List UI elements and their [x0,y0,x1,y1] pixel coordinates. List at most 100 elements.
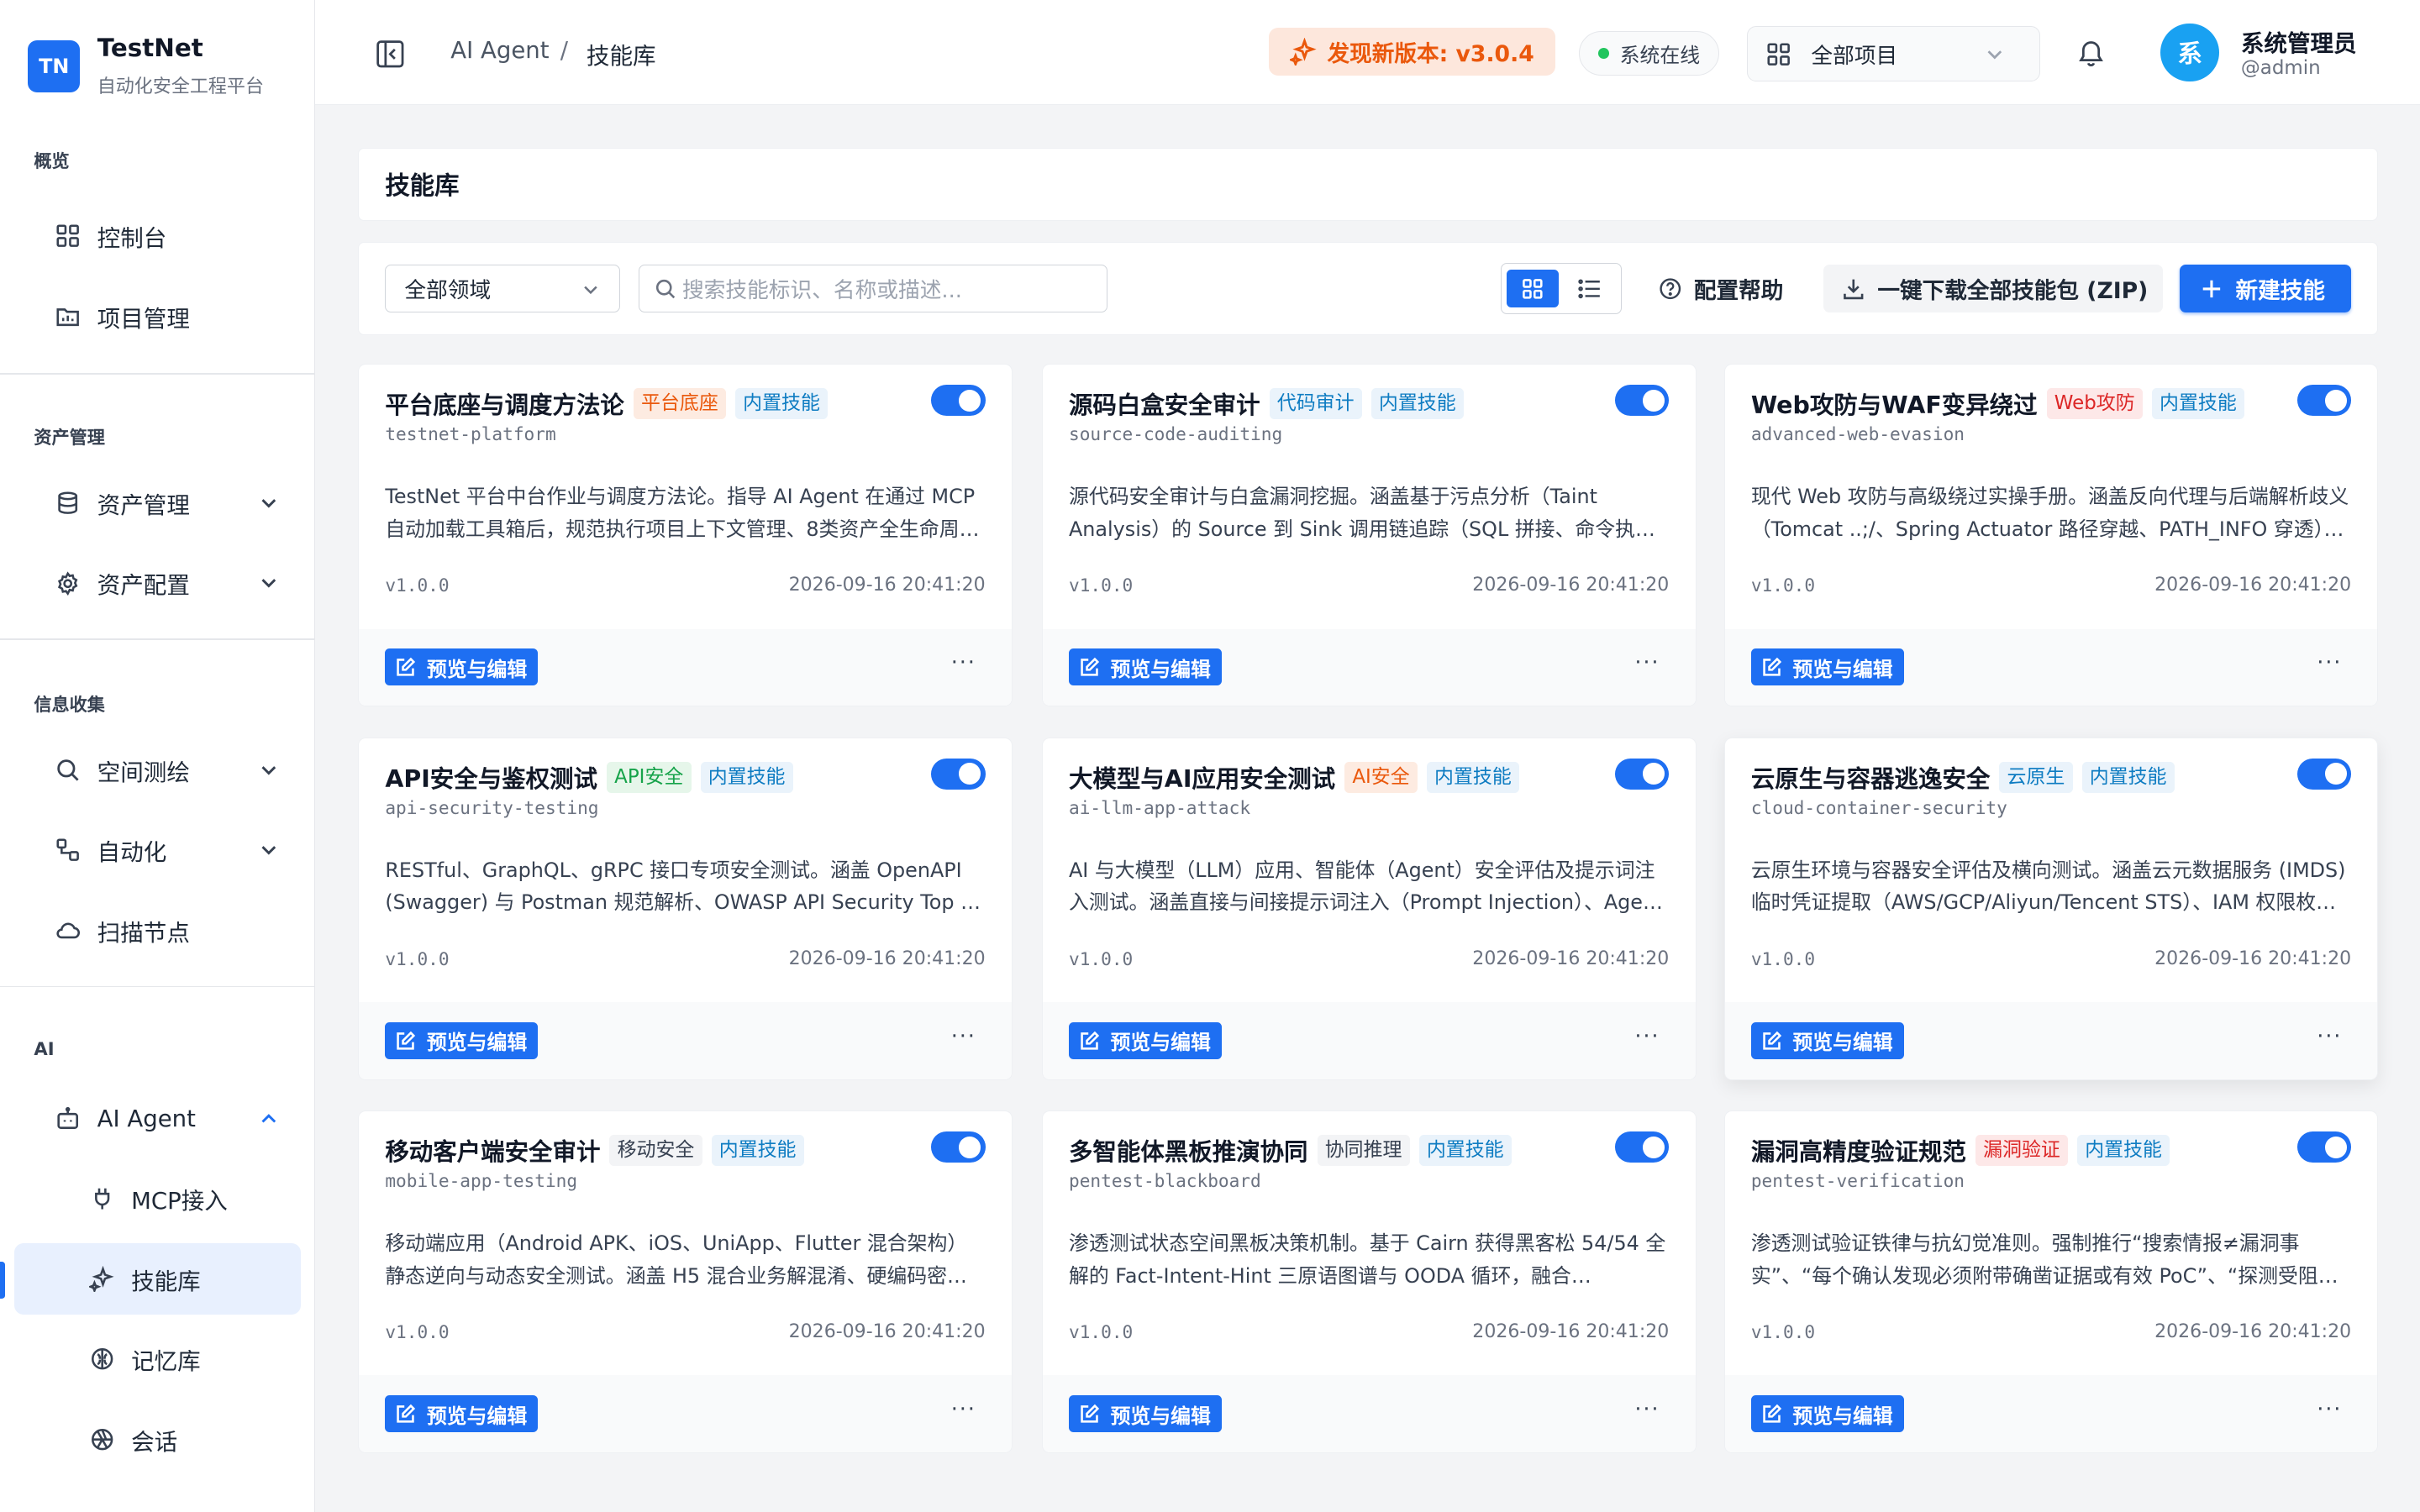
preview-edit-button[interactable]: 预览与编辑 [385,648,539,686]
breadcrumb-ai-agent[interactable]: AI Agent [450,37,549,64]
database-icon [54,489,82,517]
builtin-tag: 内置技能 [711,1135,804,1166]
more-actions-button[interactable]: ··· [2317,650,2342,675]
download-icon [1844,279,1864,300]
cloud-icon [54,916,82,944]
sidebar-toggle-button[interactable] [373,37,407,71]
grid-icon [1767,43,1791,66]
more-actions-button[interactable]: ··· [2317,1024,2342,1049]
sparkles-icon [1290,37,1318,66]
skill-card[interactable]: 多智能体黑板推演协同 协同推理 内置技能 pentest-blackboard 渗透测试… [1041,1110,1697,1454]
more-actions-button[interactable]: ··· [2317,1397,2342,1422]
project-select[interactable]: 全部项目 [1747,26,2041,82]
skill-name: 漏洞高精度验证规范 [1750,1138,1966,1167]
skill-version: v1.0.0 [1750,948,1816,969]
list-view-button[interactable] [1564,270,1616,308]
new-skill-button[interactable]: 新建技能 [2180,265,2352,312]
download-all-button[interactable]: 一键下载全部技能包 (ZIP) [1823,265,2164,312]
skill-card[interactable]: Web攻防与WAF变异绕过 Web攻防 内置技能 advanced-web-evasi… [1723,364,2379,707]
more-actions-button[interactable]: ··· [1634,1024,1660,1049]
workflow-icon [54,836,82,864]
skill-name: 平台底座与调度方法论 [385,391,624,420]
skill-card[interactable]: 大模型与AI应用安全测试 AI安全 内置技能 ai-llm-app-attack AI … [1041,737,1697,1080]
preview-edit-button[interactable]: 预览与编辑 [385,1021,539,1059]
chevron-down-icon [261,499,276,508]
brand-subtitle: 自动化安全工程平台 [97,76,264,97]
skill-name: 云原生与容器逃逸安全 [1750,764,1991,793]
sidebar-item-ai-agent[interactable]: AI Agent [14,1083,302,1153]
skill-title: 多智能体黑板推演协同 协同推理 内置技能 [1069,1133,1512,1168]
skill-card[interactable]: 移动客户端安全审计 移动安全 内置技能 mobile-app-testing 移动端应用… [358,1110,1013,1454]
search-input[interactable]: 搜索技能标识、名称或描述... [638,265,1107,312]
skill-name: Web攻防与WAF变异绕过 [1750,391,2038,420]
sidebar-item-scan-nodes[interactable]: 扫描节点 [14,895,302,965]
brand[interactable]: TN TestNet 自动化安全工程平台 [0,0,314,105]
update-label: 发现新版本: v3.0.4 [1327,41,1534,68]
sidebar-item-asset-config[interactable]: 资产配置 [14,548,302,618]
preview-edit-button[interactable]: 预览与编辑 [1068,1021,1222,1059]
sidebar-item-sessions[interactable]: 会话 [14,1404,302,1474]
sidebar-item-memory[interactable]: 记忆库 [14,1324,302,1394]
skill-card[interactable]: 云原生与容器逃逸安全 云原生 内置技能 cloud-container-securit… [1723,737,2379,1080]
sidebar-item-skills[interactable]: 技能库 [13,1243,302,1315]
skill-enabled-toggle[interactable] [2296,758,2352,790]
config-help-button[interactable]: 配置帮助 [1659,265,1783,312]
domain-select[interactable]: 全部领域 [385,265,620,312]
grid-view-button[interactable] [1506,269,1560,308]
skill-slug: testnet-platform [385,423,556,445]
filter-bar: 全部领域 搜索技能标识、名称或描述... 配置帮助 一键下载全部技能包 (ZIP… [358,242,2379,335]
avatar[interactable]: 系 [2160,23,2220,82]
more-actions-button[interactable]: ··· [951,650,976,675]
sidebar-item-projects[interactable]: 项目管理 [14,281,302,351]
category-tag: 代码审计 [1269,388,1362,420]
category-tag: Web攻防 [2046,388,2143,420]
skill-enabled-toggle[interactable] [1615,1131,1670,1163]
edit-icon [1762,658,1781,677]
skill-description: 云原生环境与容器安全评估及横向测试。涵盖云元数据服务 (IMDS) 临时凭证提取… [1750,858,2346,915]
more-actions-button[interactable]: ··· [951,1397,976,1422]
skill-card[interactable]: API安全与鉴权测试 API安全 内置技能 api-security-testing R… [358,737,1013,1080]
grid-icon [1523,278,1543,299]
skill-card[interactable]: 漏洞高精度验证规范 漏洞验证 内置技能 pentest-verification 渗透测… [1723,1110,2379,1454]
more-actions-button[interactable]: ··· [951,1024,976,1049]
sidebar-item-automation[interactable]: 自动化 [14,815,302,885]
edit-icon [1762,1031,1781,1050]
skill-enabled-toggle[interactable] [2296,1131,2352,1163]
notifications-button[interactable] [2075,35,2108,69]
skill-card[interactable]: 平台底座与调度方法论 平台底座 内置技能 testnet-platform TestNe… [358,364,1013,707]
preview-edit-button[interactable]: 预览与编辑 [1068,1395,1222,1433]
more-actions-button[interactable]: ··· [1634,1397,1660,1422]
preview-edit-label: 预览与编辑 [1792,1404,1893,1428]
skill-card[interactable]: 源码白盒安全审计 代码审计 内置技能 source-code-auditing 源代码安… [1041,364,1697,707]
sidebar-item-asset-management[interactable]: 资产管理 [14,468,302,538]
builtin-tag: 内置技能 [2077,1135,2170,1166]
project-select-value: 全部项目 [1811,43,1898,69]
card-footer: 预览与编辑 ··· [359,628,1012,706]
skill-slug: mobile-app-testing [385,1170,578,1192]
skill-updated-at: 2026-09-16 20:41:20 [788,1321,986,1343]
preview-edit-button[interactable]: 预览与编辑 [1750,648,1904,686]
toggle-knob [1643,389,1665,412]
sidebar-item-dashboard[interactable]: 控制台 [14,201,302,271]
preview-edit-button[interactable]: 预览与编辑 [1068,648,1222,686]
preview-edit-label: 预览与编辑 [426,1031,528,1055]
skill-enabled-toggle[interactable] [2296,385,2352,417]
skill-version: v1.0.0 [1750,1321,1816,1343]
skill-enabled-toggle[interactable] [1615,385,1670,417]
more-actions-button[interactable]: ··· [1634,650,1660,675]
preview-edit-button[interactable]: 预览与编辑 [385,1395,539,1433]
update-available-badge[interactable]: 发现新版本: v3.0.4 [1268,28,1556,76]
skill-enabled-toggle[interactable] [931,1131,986,1163]
chevron-up-icon [261,1113,276,1123]
skill-title: Web攻防与WAF变异绕过 Web攻防 内置技能 [1751,386,2244,421]
skill-enabled-toggle[interactable] [931,385,986,417]
skill-enabled-toggle[interactable] [931,758,986,790]
skill-updated-at: 2026-09-16 20:41:20 [2154,575,2352,596]
preview-edit-button[interactable]: 预览与编辑 [1750,1395,1904,1433]
preview-edit-button[interactable]: 预览与编辑 [1750,1021,1904,1059]
sidebar-item-mcp[interactable]: MCP接入 [14,1163,302,1234]
skill-enabled-toggle[interactable] [1615,758,1670,790]
user-name[interactable]: 系统管理员 [2241,24,2357,58]
sidebar-item-cyberspace-mapping[interactable]: 空间测绘 [14,734,302,805]
sidebar-item-label: 项目管理 [97,305,190,333]
